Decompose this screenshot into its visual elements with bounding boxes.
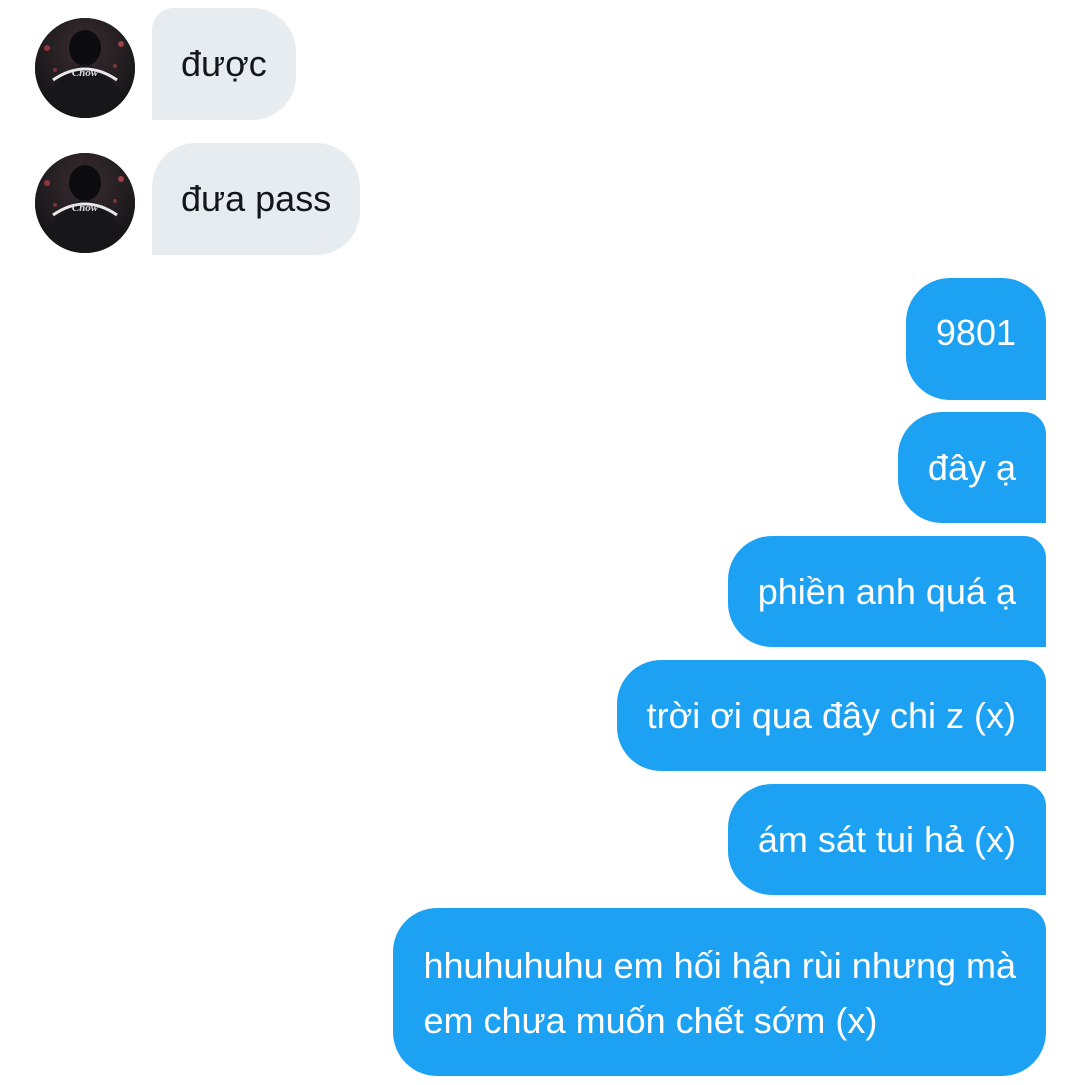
svg-text:Chow: Chow (72, 67, 99, 79)
outgoing-message-bubble[interactable]: phiền anh quá ạ (727, 536, 1046, 647)
outgoing-message-bubble[interactable]: trời ơi qua đây chi z (x) (616, 660, 1046, 771)
message-text-line: em chưa muốn chết sớm (x) (423, 1000, 878, 1041)
outgoing-message-bubble[interactable]: 9801 (905, 278, 1046, 400)
outgoing-message-bubble[interactable]: hhuhuhuhu em hối hận rùi nhưng mà em chư… (393, 908, 1046, 1076)
message-text: ám sát tui hả (x) (757, 819, 1016, 860)
message-text: phiền anh quá ạ (757, 571, 1016, 612)
message-text: đưa pass (181, 178, 332, 219)
avatar-photo: Chow (35, 153, 135, 253)
svg-text:Chow: Chow (72, 202, 99, 214)
outgoing-message-bubble[interactable]: ám sát tui hả (x) (727, 784, 1046, 895)
message-text-line: hhuhuhuhu em hối hận rùi nhưng mà (423, 945, 1016, 986)
avatar-photo: Chow (35, 18, 135, 118)
avatar[interactable]: Chow (35, 153, 135, 253)
message-text: trời ơi qua đây chi z (x) (646, 695, 1016, 736)
avatar[interactable]: Chow (35, 18, 135, 118)
outgoing-message-bubble[interactable]: đây ạ (897, 412, 1046, 523)
message-text: 9801 (935, 312, 1016, 353)
incoming-message-bubble[interactable]: được (152, 8, 296, 120)
incoming-message-bubble[interactable]: đưa pass (152, 143, 361, 255)
message-text: đây ạ (927, 447, 1016, 488)
message-text: được (181, 43, 267, 84)
